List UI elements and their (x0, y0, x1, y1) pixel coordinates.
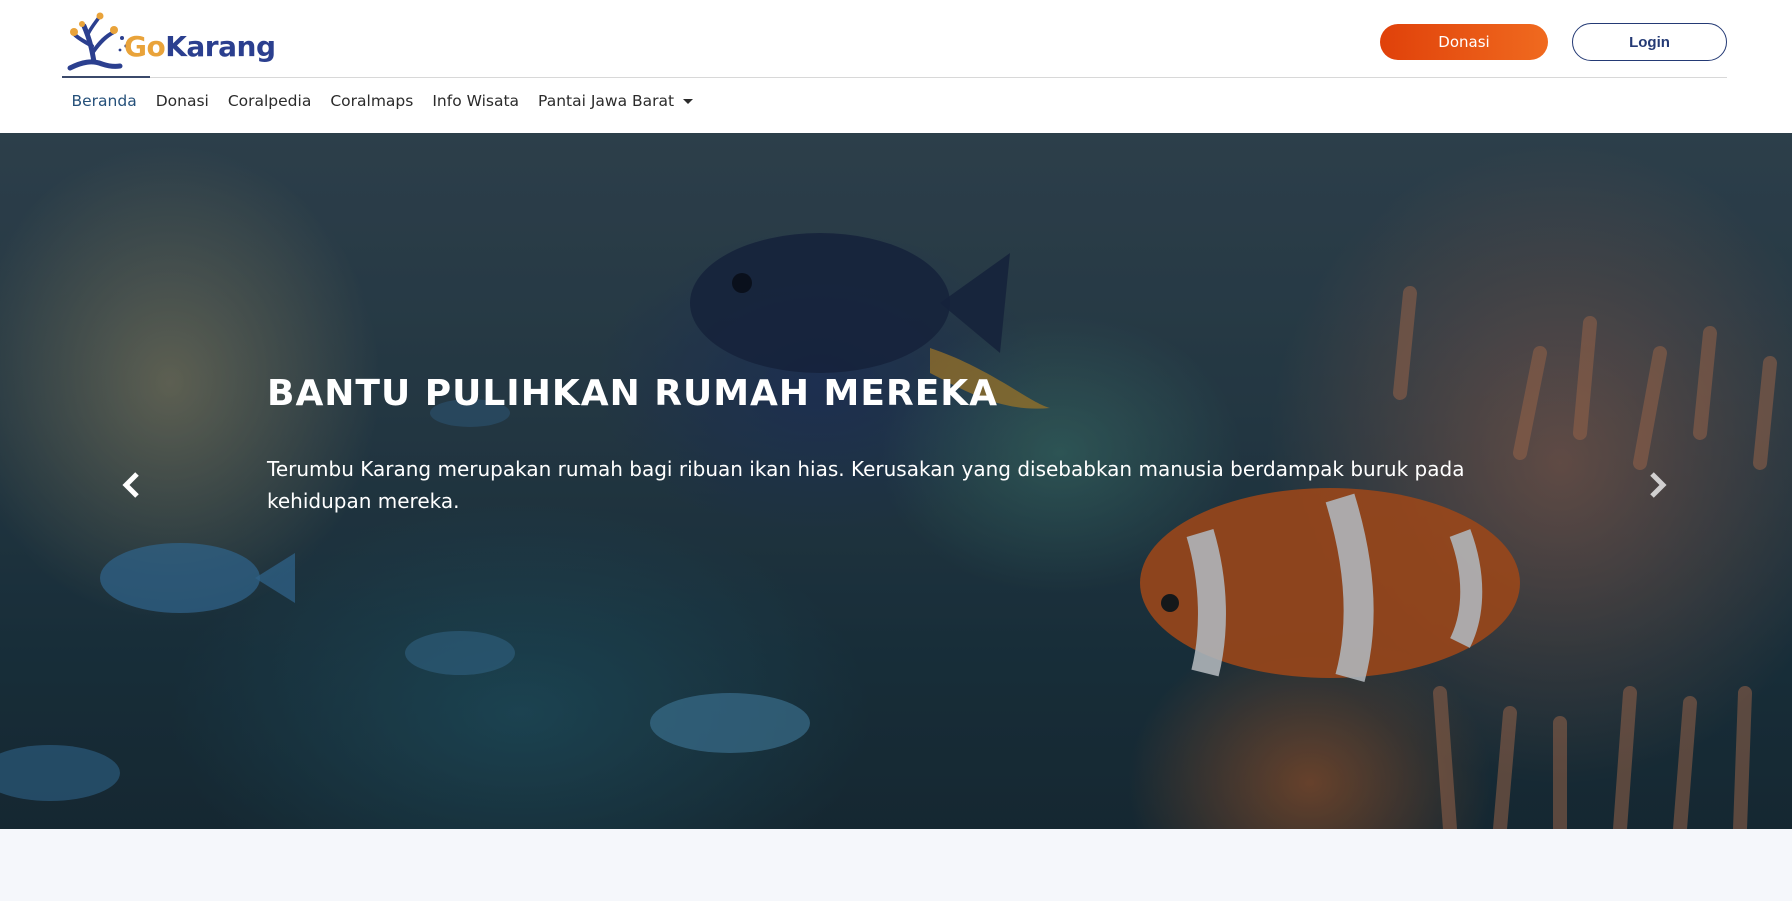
nav-item-pantai-label: Pantai Jawa Barat (538, 92, 675, 110)
caret-down-icon (683, 99, 694, 104)
login-button[interactable]: Login (1572, 23, 1727, 61)
carousel-next-button[interactable] (1637, 463, 1677, 507)
chevron-right-icon (1650, 472, 1667, 498)
logo-text-go: Go (124, 29, 166, 63)
nav-item-pantai-jawa-barat[interactable]: Pantai Jawa Barat (529, 92, 703, 110)
carousel-prev-button[interactable] (112, 463, 152, 507)
nav-item-beranda[interactable]: Beranda (62, 92, 146, 110)
content-area (0, 829, 1792, 901)
active-nav-indicator (62, 76, 150, 78)
chevron-left-icon (122, 472, 139, 498)
nav-item-info-wisata[interactable]: Info Wisata (423, 92, 529, 110)
hero-description: Terumbu Karang merupakan rumah bagi ribu… (267, 457, 1465, 513)
logo-text-karang: Karang (165, 29, 276, 63)
header-divider (62, 77, 1727, 78)
nav-item-coralmaps[interactable]: Coralmaps (321, 92, 423, 110)
main-nav: Beranda Donasi Coralpedia Coralmaps Info… (62, 84, 703, 118)
hero-title: BANTU PULIHKAN RUMAH MEREKA (267, 373, 999, 414)
site-header: GoKarang Donasi Login Beranda Donasi Cor… (0, 0, 1792, 133)
logo-text: GoKarang (124, 30, 276, 63)
site-logo[interactable]: GoKarang (62, 12, 292, 72)
nav-item-donasi[interactable]: Donasi (146, 92, 218, 110)
nav-item-coralpedia[interactable]: Coralpedia (218, 92, 321, 110)
hero-carousel: BANTU PULIHKAN RUMAH MEREKA Terumbu Kara… (0, 133, 1792, 829)
donate-button[interactable]: Donasi (1380, 24, 1548, 60)
